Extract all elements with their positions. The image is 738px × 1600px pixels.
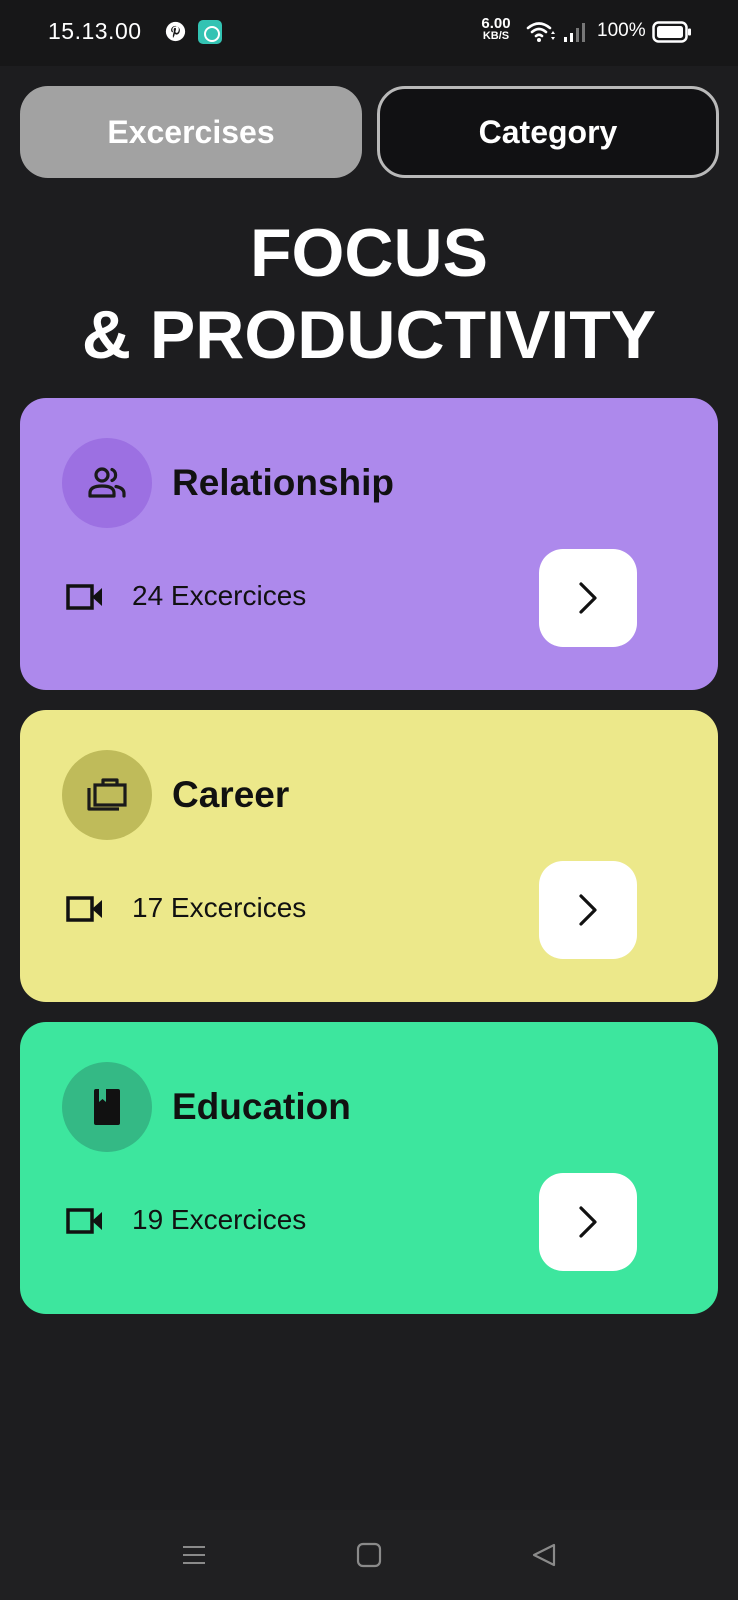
- briefcase-icon: [87, 778, 127, 811]
- category-title: Education: [172, 1086, 351, 1127]
- category-card-relationship[interactable]: Relationship 24 Excercices: [20, 398, 718, 690]
- app-notification-icon: [198, 20, 222, 44]
- exercise-count: 19 Excercices: [132, 1204, 307, 1235]
- category-icon-circle: [62, 750, 152, 840]
- menu-icon[interactable]: [180, 1541, 208, 1569]
- system-nav-bar: [0, 1510, 738, 1600]
- tab-excercises-label: Excercises: [107, 113, 275, 150]
- page-title-line-1: FOCUS: [250, 215, 488, 291]
- battery-percent: 100%: [597, 20, 646, 41]
- category-icon-circle: [62, 1062, 152, 1152]
- open-category-button[interactable]: [539, 1173, 637, 1271]
- signal-icon: [564, 23, 585, 42]
- category-title: Career: [172, 774, 290, 815]
- page-title-line-2: & PRODUCTIVITY: [81, 297, 657, 373]
- video-icon: [66, 584, 102, 610]
- category-icon-circle: [62, 438, 152, 528]
- pinterest-icon: [165, 21, 186, 42]
- exercise-count: 24 Excercices: [132, 580, 307, 611]
- open-category-button[interactable]: [539, 549, 637, 647]
- category-card-career[interactable]: Career 17 Excercices: [20, 710, 718, 1002]
- category-title: Relationship: [172, 462, 395, 503]
- home-square-icon[interactable]: [355, 1541, 383, 1569]
- network-speed-value: 6.00: [481, 15, 511, 32]
- status-time: 15.13.00: [48, 18, 142, 44]
- video-icon: [66, 1208, 102, 1234]
- wifi-icon: [526, 22, 555, 42]
- network-speed: 6.00 KB/S: [478, 16, 514, 42]
- chevron-right-icon: [579, 582, 597, 614]
- chevron-right-icon: [579, 1206, 597, 1238]
- open-category-button[interactable]: [539, 861, 637, 959]
- chevron-right-icon: [579, 894, 597, 926]
- page-title: FOCUS & PRODUCTIVITY: [0, 212, 738, 376]
- exercise-count: 17 Excercices: [132, 892, 307, 923]
- book-icon: [94, 1089, 120, 1125]
- status-bar: 15.13.00 6.00 KB/S 100%: [0, 0, 738, 66]
- battery-icon: [652, 21, 691, 43]
- people-icon: [88, 467, 126, 498]
- tab-category[interactable]: Category: [377, 86, 719, 178]
- back-triangle-icon[interactable]: [530, 1541, 558, 1569]
- tab-category-label: Category: [478, 113, 618, 150]
- category-card-education[interactable]: Education 19 Excercices: [20, 1022, 718, 1314]
- tab-excercises[interactable]: Excercises: [20, 86, 362, 178]
- network-speed-unit: KB/S: [482, 30, 510, 42]
- video-icon: [66, 896, 102, 922]
